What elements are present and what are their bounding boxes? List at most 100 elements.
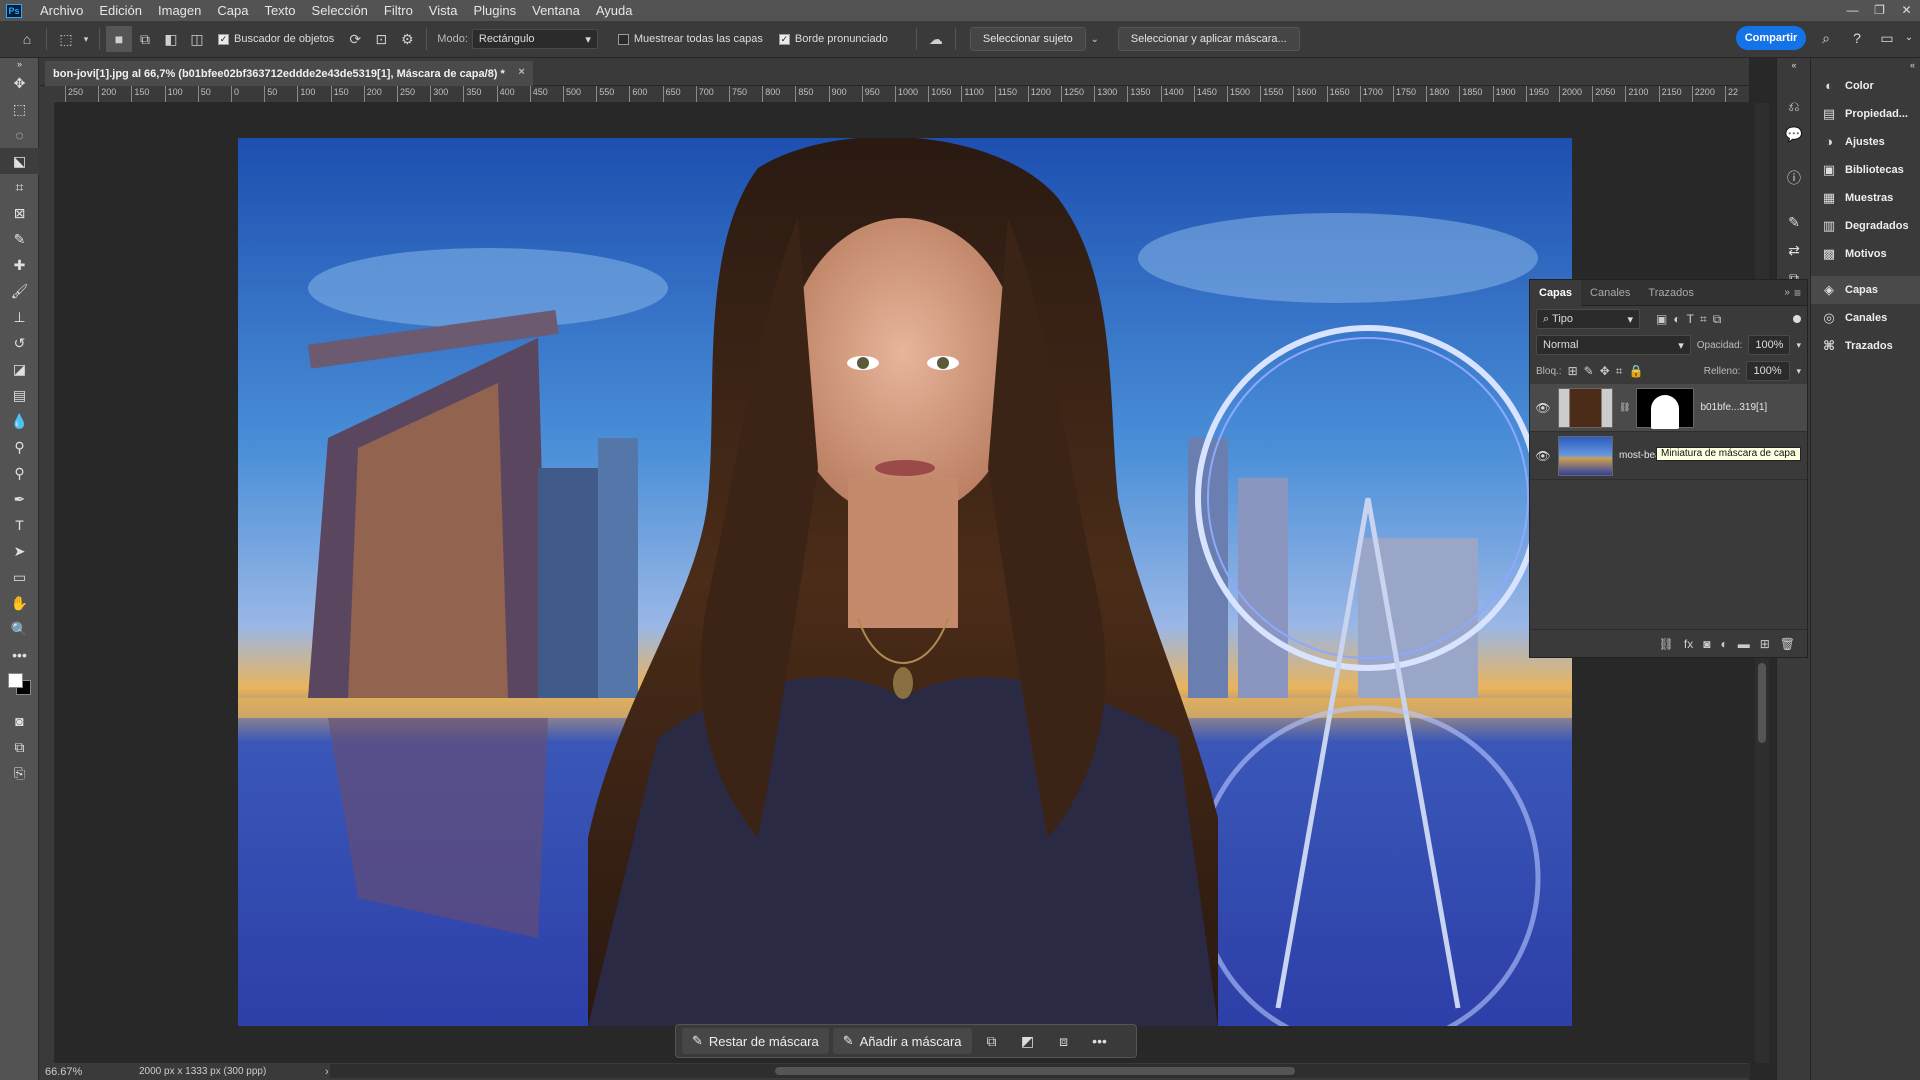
menu-archivo[interactable]: Archivo xyxy=(32,0,91,21)
panel-layers[interactable]: ◈ Capas xyxy=(1811,276,1920,304)
quick-mask-icon[interactable]: ◙ xyxy=(0,708,39,734)
pen-tool-icon[interactable]: ✒ xyxy=(0,486,39,512)
layer-thumbnail[interactable] xyxy=(1558,435,1613,476)
rectangle-tool-icon[interactable]: ▭ xyxy=(0,564,39,590)
shape-filter-icon[interactable]: ⌗ xyxy=(1700,312,1707,327)
menu-plugins[interactable]: Plugins xyxy=(465,0,524,21)
foreground-color-swatch[interactable] xyxy=(8,673,23,688)
add-to-mask-button[interactable]: ✎ Añadir a máscara xyxy=(832,1028,972,1054)
mode-dropdown[interactable]: Rectángulo ▾ xyxy=(471,29,598,49)
more-options-icon[interactable]: ••• xyxy=(1084,1028,1116,1054)
panel-paths[interactable]: ⌘ Trazados xyxy=(1811,332,1920,360)
close-icon[interactable]: ✕ xyxy=(1893,0,1920,21)
zoom-level[interactable]: 66.67% xyxy=(45,1066,105,1078)
panel-patterns[interactable]: ▩ Motivos xyxy=(1811,240,1920,268)
menu-imagen[interactable]: Imagen xyxy=(150,0,209,21)
horizontal-scrollbar[interactable] xyxy=(330,1064,1750,1078)
invert-mask-icon[interactable]: ◩ xyxy=(1012,1028,1044,1054)
adjust-icon[interactable]: ⇄ xyxy=(1777,236,1811,264)
smart-object-filter-icon[interactable]: ⧉ xyxy=(1713,312,1722,327)
image-filter-icon[interactable]: ▣ xyxy=(1656,312,1667,326)
new-selection-icon[interactable]: ■ xyxy=(106,26,132,52)
home-icon[interactable]: ⌂ xyxy=(14,26,40,52)
fill-mask-icon[interactable]: ⧈ xyxy=(1048,1028,1080,1054)
fill-input[interactable]: 100% xyxy=(1746,361,1791,381)
lock-pixels-icon[interactable]: ✎ xyxy=(1584,364,1594,378)
tab-layers[interactable]: Capas xyxy=(1530,279,1582,306)
eyedropper-tool-icon[interactable]: ✎ xyxy=(0,226,39,252)
filter-toggle-icon[interactable] xyxy=(1793,315,1801,323)
visibility-eye-icon[interactable]: 👁 xyxy=(1534,401,1552,415)
gradient-tool-icon[interactable]: ▤ xyxy=(0,382,39,408)
filter-type-dropdown[interactable]: ⌕ Tipo ▾ xyxy=(1536,309,1640,329)
menu-texto[interactable]: Texto xyxy=(256,0,303,21)
layer-thumbnail[interactable] xyxy=(1558,387,1613,428)
collapse-icon[interactable]: « xyxy=(1777,58,1811,72)
gear-icon[interactable]: ⚙ xyxy=(394,26,420,52)
select-subject-button[interactable]: Seleccionar sujeto xyxy=(969,27,1086,51)
chevron-down-icon[interactable]: ▾ xyxy=(1796,366,1801,377)
lock-artboard-icon[interactable]: ⌗ xyxy=(1616,364,1623,379)
blur-tool-icon[interactable]: 💧 xyxy=(0,408,39,434)
menu-seleccion[interactable]: Selección xyxy=(304,0,376,21)
zoom-tool-icon[interactable]: 🔍 xyxy=(0,616,39,642)
hard-edge-checkbox[interactable]: ✓ Borde pronunciado xyxy=(778,33,888,45)
history-icon[interactable]: ⎌ xyxy=(1777,92,1811,120)
collapse-icon[interactable]: » xyxy=(0,58,39,70)
sponge-tool-icon[interactable]: ⚲ xyxy=(0,460,39,486)
crop-tool-icon[interactable]: ⌗ xyxy=(0,174,39,200)
marquee-tool-icon[interactable]: ⬚ xyxy=(0,96,39,122)
refresh-icon[interactable]: ⟳ xyxy=(342,26,368,52)
layer-name[interactable]: b01bfe...319[1] xyxy=(1700,402,1767,413)
chevron-down-icon[interactable]: ▾ xyxy=(79,26,93,52)
expand-icon[interactable]: » xyxy=(1784,287,1794,298)
scrollbar-thumb[interactable] xyxy=(775,1067,1295,1075)
menu-edicion[interactable]: Edición xyxy=(91,0,150,21)
search-icon[interactable]: ⌕ xyxy=(1815,27,1837,49)
workspace-icon[interactable]: ▭ xyxy=(1876,27,1898,49)
adjustment-layer-icon[interactable]: ◐ xyxy=(1720,637,1727,651)
restore-icon[interactable]: ❐ xyxy=(1866,0,1893,21)
menu-vista[interactable]: Vista xyxy=(421,0,466,21)
visibility-eye-icon[interactable]: 👁 xyxy=(1534,449,1552,463)
minimize-icon[interactable]: — xyxy=(1839,0,1866,21)
tab-paths[interactable]: Trazados xyxy=(1639,280,1702,306)
layer-mask-thumbnail[interactable] xyxy=(1636,387,1695,429)
panel-properties[interactable]: ▤ Propiedad... xyxy=(1811,100,1920,128)
object-selection-tool-icon[interactable]: ⬕ xyxy=(0,148,39,174)
menu-filtro[interactable]: Filtro xyxy=(376,0,421,21)
type-tool-icon[interactable]: T xyxy=(0,512,39,538)
chevron-down-icon[interactable]: ⌄ xyxy=(1086,26,1104,52)
mask-options-icon[interactable]: ⧉ xyxy=(976,1028,1008,1054)
chevron-down-icon[interactable]: ⌄ xyxy=(1898,27,1920,49)
tab-channels[interactable]: Canales xyxy=(1581,280,1639,306)
link-layers-icon[interactable]: ⛓ xyxy=(1659,637,1674,651)
more-tools-icon[interactable]: ••• xyxy=(0,642,39,668)
comments-icon[interactable]: 💬 xyxy=(1777,120,1811,148)
document-canvas[interactable] xyxy=(238,138,1572,1026)
opacity-input[interactable]: 100% xyxy=(1748,335,1791,355)
link-icon[interactable]: ⛓ xyxy=(1619,402,1630,413)
new-group-icon[interactable]: ▬ xyxy=(1738,637,1750,651)
info-icon[interactable]: ⓘ xyxy=(1777,164,1811,192)
document-tab[interactable]: bon-jovi[1].jpg al 66,7% (b01bfee02bf363… xyxy=(45,61,533,86)
new-layer-icon[interactable]: ⊞ xyxy=(1760,637,1770,651)
trash-icon[interactable]: 🗑 xyxy=(1780,637,1795,651)
panel-color[interactable]: ◐ Color xyxy=(1811,72,1920,100)
tool-preset-icon[interactable]: ⬚ xyxy=(53,26,79,52)
layer-row[interactable]: 👁 ⛓ b01bfe...319[1] xyxy=(1530,384,1807,432)
screen-mode-icon[interactable]: ⧉ xyxy=(0,734,39,760)
intersect-selection-icon[interactable]: ◫ xyxy=(184,26,210,52)
clone-stamp-tool-icon[interactable]: ⊥ xyxy=(0,304,39,330)
ai-cloud-icon[interactable]: ☁ xyxy=(923,26,949,52)
subtract-selection-icon[interactable]: ◧ xyxy=(158,26,184,52)
brush-tool-icon[interactable]: 🖌 xyxy=(0,278,39,304)
add-selection-icon[interactable]: ⧉ xyxy=(132,26,158,52)
path-selection-tool-icon[interactable]: ➤ xyxy=(0,538,39,564)
scrollbar-thumb[interactable] xyxy=(1758,663,1766,743)
history-brush-tool-icon[interactable]: ↺ xyxy=(0,330,39,356)
select-and-mask-button[interactable]: Seleccionar y aplicar máscara... xyxy=(1117,27,1300,51)
type-filter-icon[interactable]: T xyxy=(1687,312,1694,326)
subtract-from-mask-button[interactable]: ✎ Restar de máscara xyxy=(682,1028,829,1054)
panel-libraries[interactable]: ▣ Bibliotecas xyxy=(1811,156,1920,184)
